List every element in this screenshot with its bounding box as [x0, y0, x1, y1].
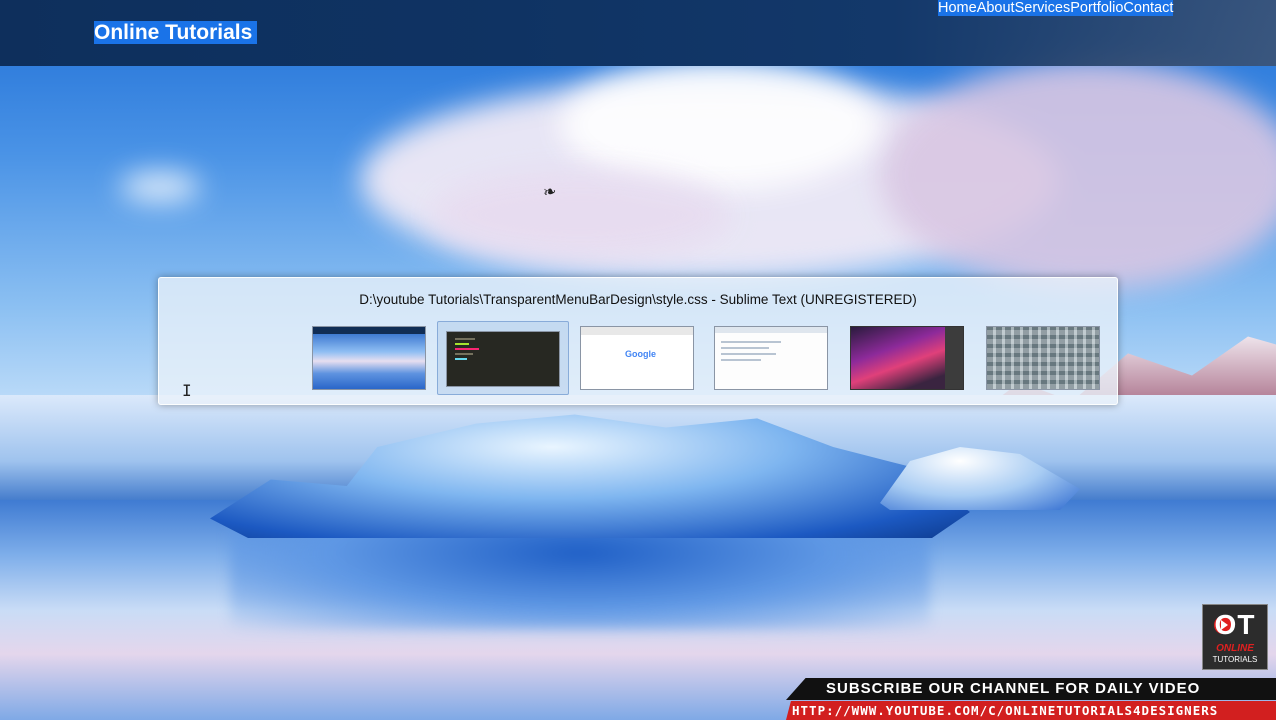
- main-menu: Home About Services Portfolio Contact: [938, 0, 1174, 16]
- thumbnail-tabbar: [581, 327, 693, 335]
- thumbnail-toolbar: [715, 327, 827, 333]
- cloud: [120, 172, 200, 202]
- channel-url: HTTP://WWW.YOUTUBE.COM/C/ONLINETUTORIALS…: [792, 703, 1219, 718]
- google-logo-text: Google: [625, 349, 656, 359]
- text-cursor-icon: I: [182, 381, 192, 400]
- channel-logo: OT ONLINE TUTORIALS: [1202, 604, 1268, 670]
- channel-logo-line2: TUTORIALS: [1212, 655, 1258, 664]
- task-switcher-title: D:\youtube Tutorials\TransparentMenuBarD…: [359, 292, 917, 307]
- menu-item-services[interactable]: Services: [1014, 0, 1071, 16]
- subscribe-text: SUBSCRIBE OUR CHANNEL FOR DAILY VIDEO: [826, 680, 1201, 697]
- code-line: [455, 343, 469, 345]
- cloud: [880, 60, 1276, 290]
- menu-item-portfolio[interactable]: Portfolio: [1070, 0, 1124, 16]
- code-line: [455, 338, 475, 340]
- cloud: [430, 170, 730, 260]
- menu-item-contact[interactable]: Contact: [1123, 0, 1174, 16]
- file-row: [721, 359, 761, 361]
- desktop-icons-grid: [987, 327, 1099, 389]
- task-switcher: D:\youtube Tutorials\TransparentMenuBarD…: [158, 277, 1118, 405]
- window-thumbnail-sublime-text[interactable]: [446, 331, 560, 387]
- file-row: [721, 341, 781, 343]
- thumbnail-side-panel: [945, 327, 963, 389]
- code-line: [455, 353, 473, 355]
- window-thumbnail-browser-page[interactable]: [312, 326, 426, 390]
- channel-logo-letters: OT: [1214, 609, 1256, 640]
- menu-item-about[interactable]: About: [976, 0, 1015, 16]
- file-row: [721, 353, 776, 355]
- site-logo[interactable]: Online Tutorials: [94, 21, 258, 44]
- window-thumbnail-photoshop[interactable]: [850, 326, 964, 390]
- file-row: [721, 347, 769, 349]
- navbar: Online Tutorials Home About Services Por…: [0, 0, 1276, 66]
- code-line: [455, 358, 467, 360]
- channel-logo-line1: ONLINE: [1216, 643, 1254, 654]
- window-thumbnail-google-chrome[interactable]: Google: [580, 326, 694, 390]
- menu-item-home[interactable]: Home: [938, 0, 977, 16]
- code-line: [455, 348, 479, 350]
- window-thumbnail-desktop[interactable]: [986, 326, 1100, 390]
- thumbnail-navbar: [313, 327, 425, 334]
- window-thumbnail-file-explorer[interactable]: [714, 326, 828, 390]
